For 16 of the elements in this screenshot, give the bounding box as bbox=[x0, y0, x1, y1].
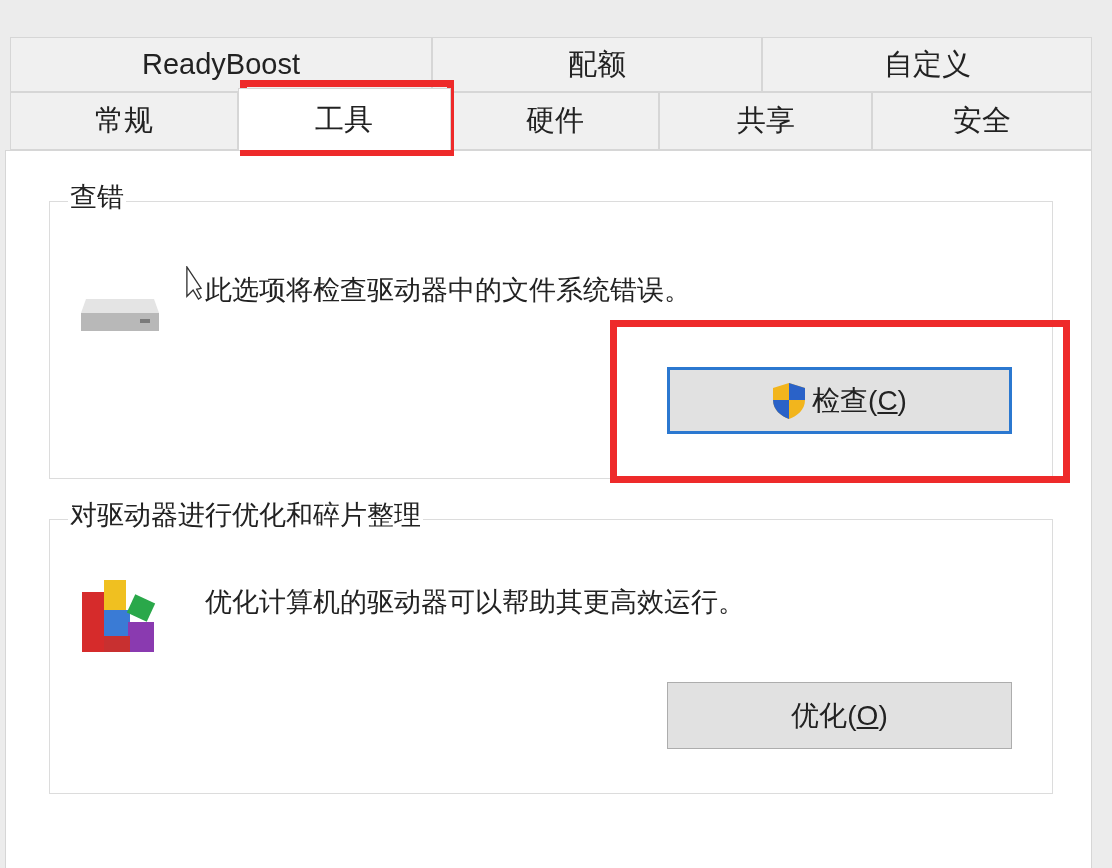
tab[interactable]: 共享 bbox=[659, 92, 873, 150]
description-text: 优化计算机的驱动器可以帮助其更高效运行。 bbox=[205, 586, 745, 619]
tab[interactable]: 配额 bbox=[432, 37, 762, 92]
cursor-icon bbox=[186, 266, 202, 300]
description-text: 此选项将检查驱动器中的文件系统错误。 bbox=[205, 274, 691, 307]
drive-icon bbox=[80, 297, 160, 333]
tab[interactable]: 安全 bbox=[872, 92, 1092, 150]
action-button[interactable]: 优化(O) bbox=[667, 682, 1012, 749]
tab[interactable]: 常规 bbox=[10, 92, 238, 150]
tab[interactable]: 工具 bbox=[237, 88, 451, 150]
group-title: 查错 bbox=[68, 184, 126, 211]
tab[interactable]: 自定义 bbox=[762, 37, 1092, 92]
action-button[interactable]: 检查(C) bbox=[667, 367, 1012, 434]
tab[interactable]: ReadyBoost bbox=[10, 37, 432, 92]
group-title: 对驱动器进行优化和碎片整理 bbox=[68, 502, 423, 529]
shield-icon bbox=[772, 381, 807, 420]
